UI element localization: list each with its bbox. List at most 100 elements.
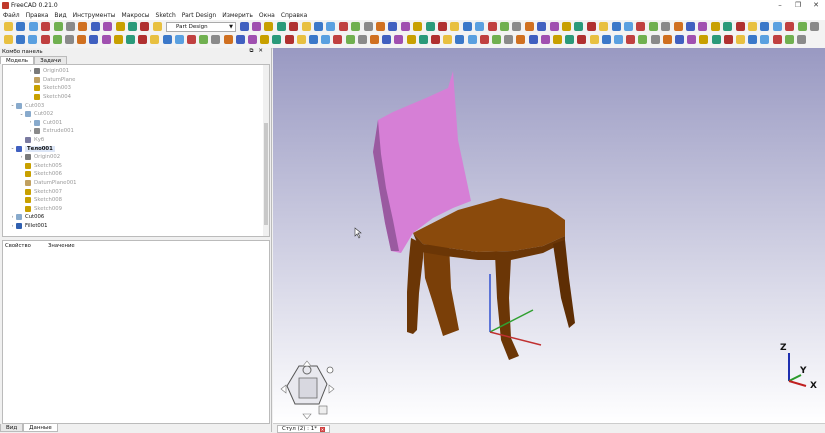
tree-item[interactable]: › Extrude001 [27, 127, 74, 136]
tree-item[interactable]: Sketch009 [18, 205, 62, 214]
toolbar-button-icon[interactable] [662, 35, 672, 44]
toolbar-button-icon[interactable] [101, 35, 111, 44]
navigation-cube[interactable] [280, 360, 335, 420]
tree-item[interactable]: Sketch004 [27, 93, 71, 102]
toolbar-button-icon[interactable] [425, 22, 435, 31]
toolbar-button-icon[interactable] [431, 35, 440, 44]
toolbar-button-icon[interactable] [636, 22, 646, 31]
toolbar-button-icon[interactable] [248, 35, 257, 44]
tree-item[interactable]: Sketch003 [27, 84, 71, 93]
toolbar-button-icon[interactable] [394, 35, 404, 44]
toolbar-button-icon[interactable] [698, 22, 708, 31]
tree-item[interactable]: Куб [18, 136, 44, 145]
menu-help[interactable]: Справка [278, 12, 310, 19]
tree-item[interactable]: ⌄ Cut002 [18, 110, 53, 119]
toolbar-button-icon[interactable] [537, 22, 547, 31]
toolbar-button-icon[interactable] [528, 35, 538, 44]
toolbar-button-icon[interactable] [438, 22, 447, 31]
close-button[interactable]: ✕ [807, 0, 825, 10]
toolbar-button-icon[interactable] [138, 35, 148, 44]
toolbar-button-icon[interactable] [492, 35, 501, 44]
toolbar-button-icon[interactable] [239, 22, 249, 31]
tree-item[interactable]: ⌄ Cut003 [9, 101, 44, 110]
tree-item[interactable]: › Cut001 [27, 119, 62, 128]
toolbar-button-icon[interactable] [400, 22, 410, 31]
toolbar-button-icon[interactable] [333, 35, 343, 44]
toolbar-button-icon[interactable] [252, 22, 261, 31]
toolbar-button-icon[interactable] [553, 35, 562, 44]
toolbar-button-icon[interactable] [455, 35, 465, 44]
toolbar-button-icon[interactable] [467, 35, 477, 44]
toolbar-button-icon[interactable] [90, 22, 100, 31]
maximize-button[interactable]: ❐ [789, 0, 807, 10]
toolbar-button-icon[interactable] [351, 22, 361, 31]
toolbar-button-icon[interactable] [648, 22, 658, 31]
toolbar-button-icon[interactable] [326, 22, 336, 31]
toolbar-button-icon[interactable] [276, 22, 286, 31]
tree-item[interactable]: Sketch005 [18, 162, 62, 171]
toolbar-button-icon[interactable] [443, 35, 453, 44]
toolbar-button-icon[interactable] [586, 22, 596, 31]
toolbar-button-icon[interactable] [40, 35, 50, 44]
toolbar-button-icon[interactable] [462, 22, 472, 31]
expand-arrow-icon[interactable]: ⌄ [9, 146, 16, 151]
toolbar-button-icon[interactable] [115, 22, 125, 31]
toolbar-button-icon[interactable] [28, 22, 38, 31]
toolbar-button-icon[interactable] [611, 22, 621, 31]
toolbar-button-icon[interactable] [150, 35, 160, 44]
toolbar-button-icon[interactable] [363, 22, 373, 31]
menu-measure[interactable]: Измерить [219, 12, 256, 19]
minimize-button[interactable]: – [771, 0, 789, 10]
toolbar-button-icon[interactable] [524, 22, 534, 31]
toolbar-button-icon[interactable] [699, 35, 709, 44]
toolbar-button-icon[interactable] [260, 35, 270, 44]
toolbar-button-icon[interactable] [235, 35, 245, 44]
menu-part-design[interactable]: Part Design [179, 12, 219, 19]
workbench-selector[interactable]: Part Design ▼ [166, 22, 236, 32]
expand-arrow-icon[interactable]: ⌄ [18, 112, 25, 117]
toolbar-button-icon[interactable] [785, 22, 795, 31]
toolbar-button-icon[interactable] [450, 22, 460, 31]
toolbar-button-icon[interactable] [540, 35, 550, 44]
toolbar-button-icon[interactable] [357, 35, 367, 44]
toolbar-button-icon[interactable] [382, 35, 392, 44]
toolbar-button-icon[interactable] [772, 22, 782, 31]
toolbar-button-icon[interactable] [772, 35, 782, 44]
toolbar-button-icon[interactable] [413, 22, 423, 31]
toolbar-button-icon[interactable] [4, 35, 13, 44]
toolbar-button-icon[interactable] [614, 35, 623, 44]
toolbar-button-icon[interactable] [77, 35, 87, 44]
toolbar-button-icon[interactable] [810, 22, 819, 31]
menu-tools[interactable]: Инструменты [70, 12, 119, 19]
toolbar-button-icon[interactable] [103, 22, 113, 31]
toolbar-button-icon[interactable] [309, 35, 318, 44]
toolbar-button-icon[interactable] [797, 22, 807, 31]
toolbar-button-icon[interactable] [589, 35, 599, 44]
expand-arrow-icon[interactable]: › [9, 215, 16, 220]
menu-sketch[interactable]: Sketch [153, 12, 179, 19]
toolbar-button-icon[interactable] [500, 22, 509, 31]
toolbar-button-icon[interactable] [748, 35, 758, 44]
expand-arrow-icon[interactable]: ⌄ [9, 103, 16, 108]
toolbar-button-icon[interactable] [78, 22, 88, 31]
tree-item[interactable]: Sketch008 [18, 196, 62, 205]
toolbar-button-icon[interactable] [512, 22, 522, 31]
tree-item[interactable]: › Cut006 [9, 213, 44, 222]
expand-arrow-icon[interactable]: › [18, 155, 25, 160]
toolbar-button-icon[interactable] [710, 22, 720, 31]
toolbar-button-icon[interactable] [475, 22, 485, 31]
close-tab-icon[interactable]: ✕ [319, 426, 325, 432]
toolbar-button-icon[interactable] [126, 35, 135, 44]
toolbar-button-icon[interactable] [723, 35, 733, 44]
toolbar-button-icon[interactable] [338, 22, 348, 31]
toolbar-button-icon[interactable] [599, 22, 609, 31]
toolbar-button-icon[interactable] [284, 35, 294, 44]
tree-scrollbar[interactable] [263, 65, 269, 236]
toolbar-button-icon[interactable] [650, 35, 660, 44]
menu-macros[interactable]: Макросы [119, 12, 153, 19]
toolbar-button-icon[interactable] [549, 22, 559, 31]
toolbar-button-icon[interactable] [272, 35, 282, 44]
menu-view[interactable]: Вид [51, 12, 69, 19]
tab-tasks[interactable]: Задачи [34, 56, 67, 64]
toolbar-button-icon[interactable] [479, 35, 489, 44]
